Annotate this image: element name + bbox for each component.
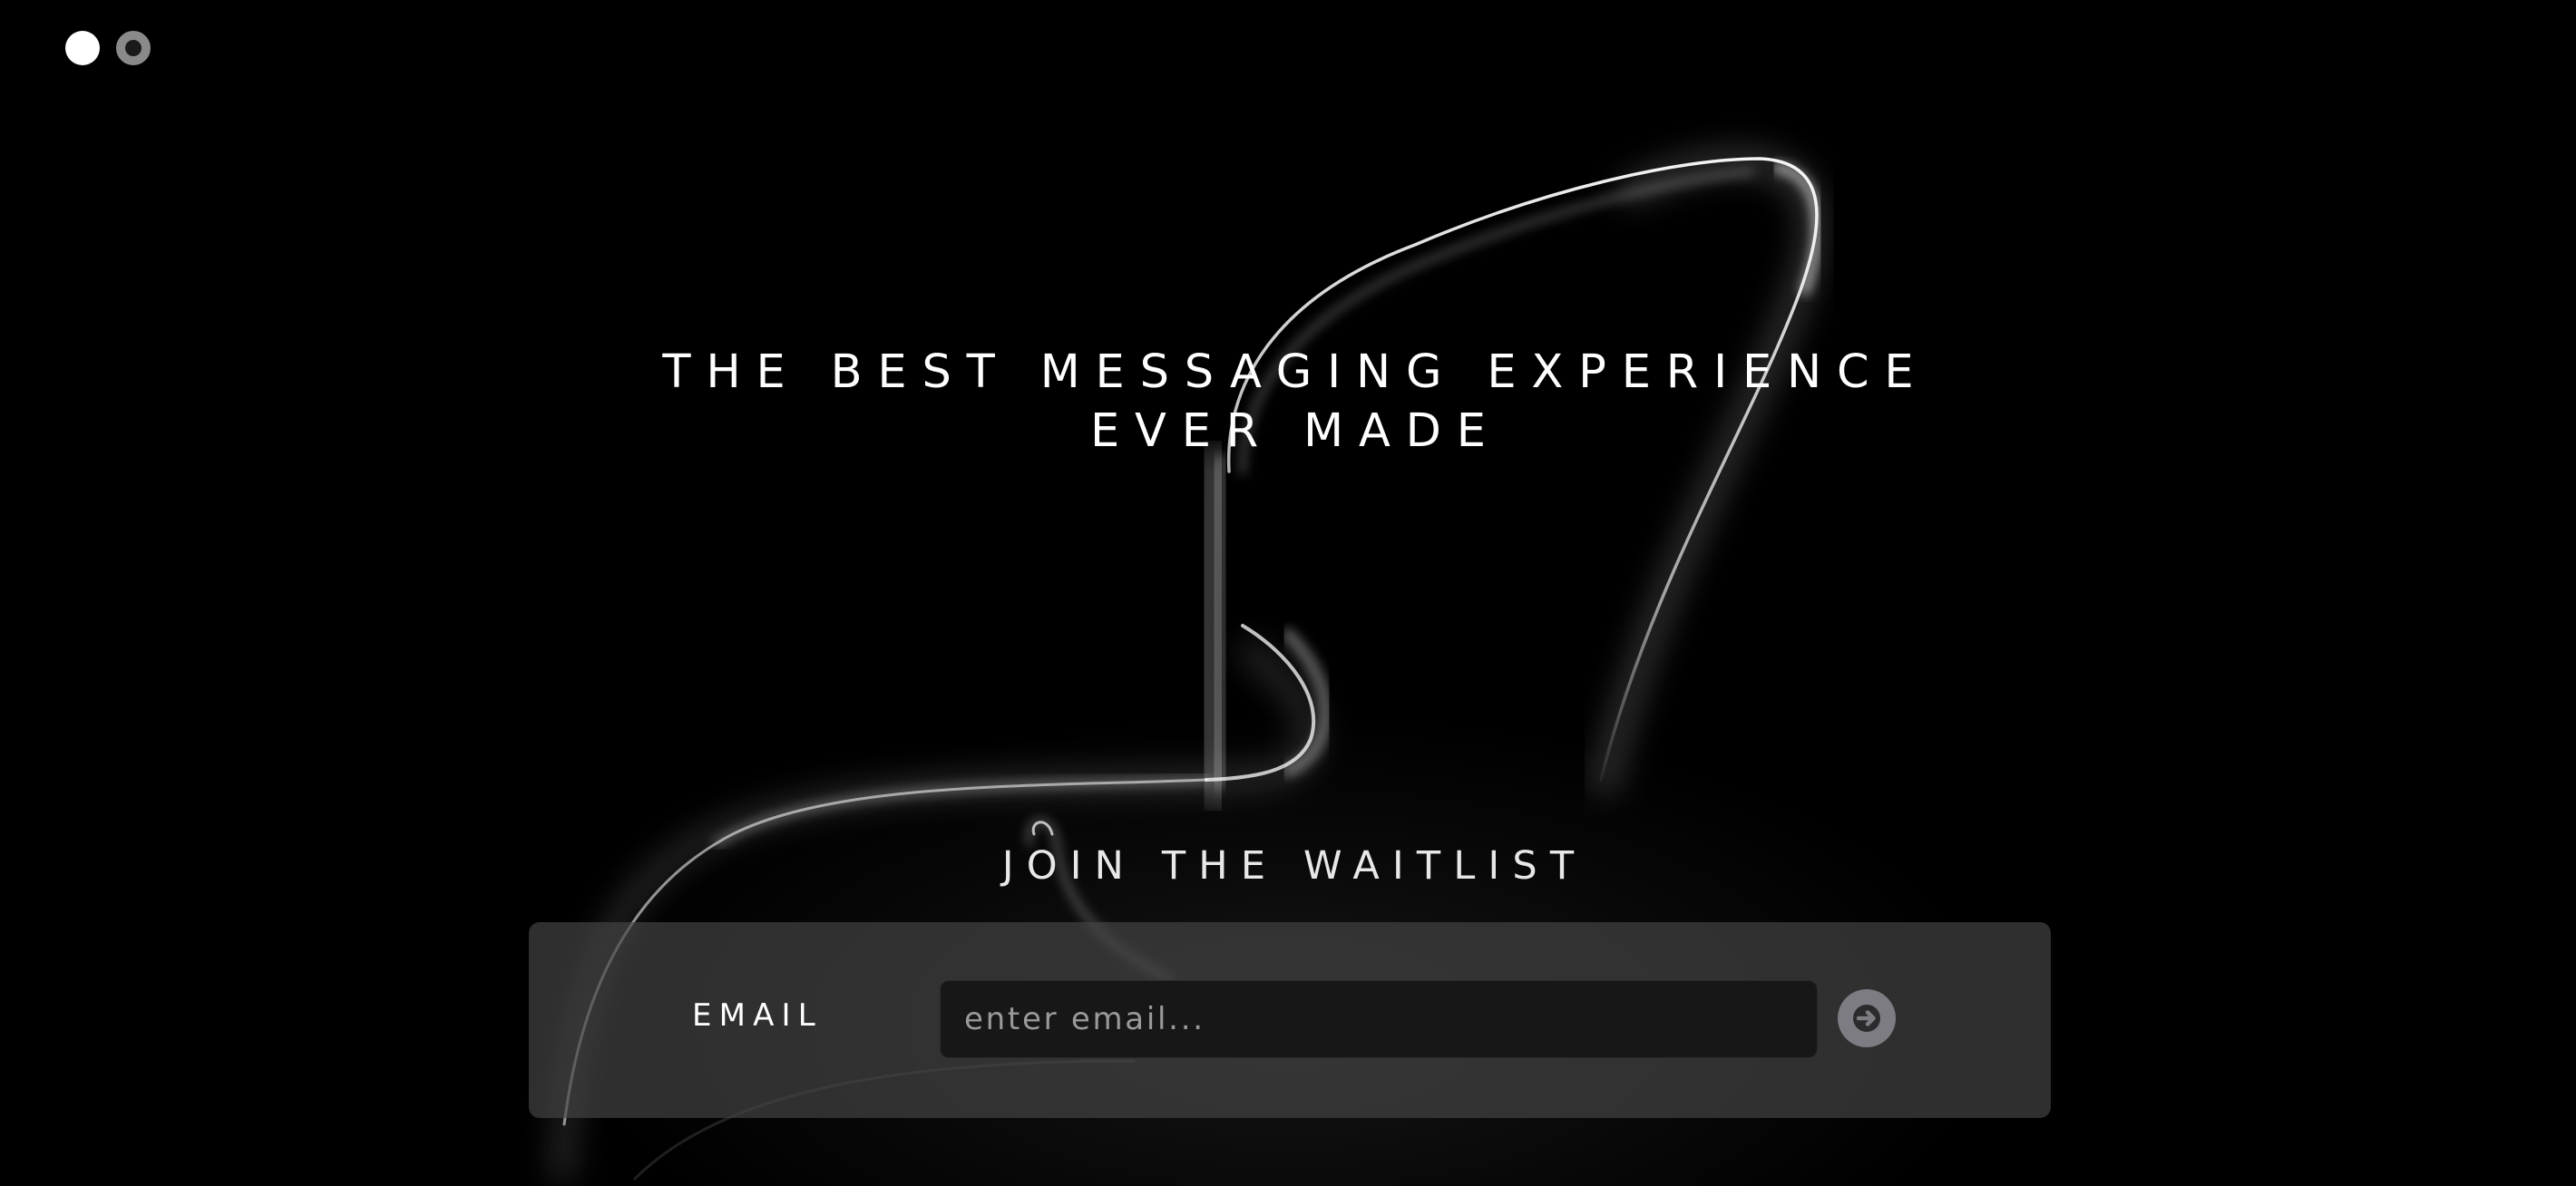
email-label: EMAIL: [692, 997, 823, 1034]
arrow-right-icon: [1853, 1005, 1880, 1032]
hero-headline-line-1: THE BEST MESSAGING EXPERIENCE: [662, 345, 1929, 399]
submit-button[interactable]: [1838, 989, 1896, 1047]
email-input[interactable]: [940, 980, 1818, 1058]
waitlist-form: EMAIL: [529, 922, 2051, 1118]
hero-headline-line-2: EVER MADE: [1089, 404, 1501, 458]
page-indicator: [65, 31, 151, 65]
waitlist-title: JOIN THE WAITLIST: [1001, 843, 1587, 889]
page-dot-active[interactable]: [65, 31, 100, 65]
hero-headline: THE BEST MESSAGING EXPERIENCE EVER MADE: [0, 343, 2576, 461]
page-dot-inactive[interactable]: [116, 31, 151, 65]
landing-page: THE BEST MESSAGING EXPERIENCE EVER MADE …: [0, 0, 2576, 1186]
